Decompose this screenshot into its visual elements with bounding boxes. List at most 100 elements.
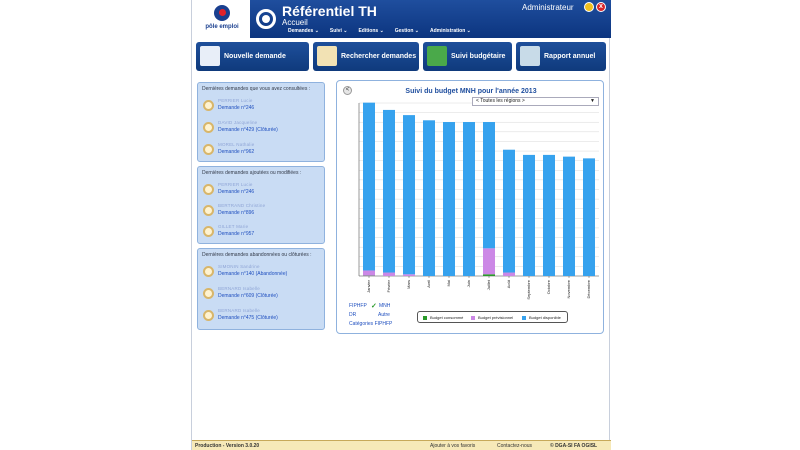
x-tick-label: Septembre [526,279,531,299]
pole-emploi-logo-icon [214,5,230,21]
request-person: GILLET Marie [218,224,249,229]
recent-closed-panel: Dernières demandes abandonnées ou clôtur… [197,248,325,330]
user-search-icon [203,205,214,216]
panel-title: Dernières demandes que vous avez consult… [202,86,311,92]
user-search-icon [203,310,214,321]
user-search-icon [203,226,214,237]
x-tick-label: Juin [466,280,471,287]
chart-bar [443,122,455,276]
menu-suivi[interactable]: Suivi ⌄ [330,28,348,34]
chart-bar [503,149,515,273]
chevron-down-icon: ▼ [590,98,595,104]
list-item[interactable]: PERRIER Lucie Demande n°246 [203,182,321,198]
request-person: DAVID Jacqueline [218,120,258,125]
version-label: Production - Version 3.0.20 [195,443,260,449]
list-item[interactable]: MOREL Nathalie Demande n°962 [203,142,321,158]
list-item[interactable]: BERNARD Isabelle Demande n°609 (Clôturée… [203,286,321,302]
request-link[interactable]: Demande n°246 [218,105,254,111]
annual-report-button[interactable]: Rapport annuel [516,42,606,71]
x-tick-label: Octobre [546,279,551,294]
chart-bar [483,274,495,276]
button-label: Nouvelle demande [224,53,286,60]
request-link[interactable]: Demande n°957 [218,231,254,237]
legend-label: Budget consommé [430,315,464,320]
menu-editions[interactable]: Editions ⌄ [358,28,383,34]
close-icon[interactable]: x [596,2,606,12]
contact-link[interactable]: Contactez-nous [497,443,532,449]
list-item[interactable]: BERNARD Isabelle Demande n°475 (Clôturée… [203,308,321,324]
chart-bar [483,248,495,275]
user-search-icon [203,144,214,155]
menu-gestion[interactable]: Gestion ⌄ [395,28,419,34]
gear-icon [256,9,276,29]
euro-icon [427,46,447,66]
recent-modified-panel: Dernières demandes ajoutées ou modifiées… [197,166,325,244]
report-icon [520,46,540,66]
chevron-down-icon: ⌄ [343,28,348,34]
app-title: Référentiel TH [282,3,377,19]
user-search-icon [203,184,214,195]
breadcrumb: Accueil [282,18,308,27]
chart-bar [363,270,375,276]
user-name: Administrateur [522,3,574,12]
chart-title: Suivi du budget MNH pour l'année 2013 [405,88,537,95]
legend-swatch [423,315,427,320]
menu-label: Demandes [288,28,314,34]
chart-bar [463,122,475,276]
chevron-down-icon: ⌄ [414,28,419,34]
link-dr[interactable]: DR [349,312,356,318]
search-user-icon [317,46,337,66]
menu-label: Gestion [394,28,414,34]
budget-tracking-button[interactable]: Suivi budgétaire [423,42,512,71]
user-search-icon [203,288,214,299]
region-select[interactable]: < Toutes les régions > ▼ [472,97,599,106]
menu-label: Editions [358,28,379,34]
region-select-value: < Toutes les régions > [476,98,525,104]
logo[interactable]: pôle emploi [192,0,250,38]
legend-swatch [522,315,526,320]
x-tick-label: Novembre [566,279,571,298]
search-requests-button[interactable]: Rechercher demandes [313,42,419,71]
chart-bar [483,122,495,249]
request-person: BERNARD Isabelle [218,308,260,313]
chevron-down-icon: ⌄ [466,28,471,34]
legend-item-disponible: Budget disponible [522,315,561,320]
chart-bar [583,158,595,276]
menu-demandes[interactable]: Demandes ⌄ [288,28,319,34]
link-mnh[interactable]: MNH [379,303,390,309]
request-link[interactable]: Demande n°609 (Clôturée) [218,293,278,299]
x-tick-label: Janvier [366,279,371,293]
list-item[interactable]: SIMONIN Sandrine Demande n°140 (Abandonn… [203,264,321,280]
list-item[interactable]: BERTRAND Christine Demande n°896 [203,203,321,219]
panel-title: Dernières demandes abandonnées ou clôtur… [202,252,312,258]
list-item[interactable]: GILLET Marie Demande n°957 [203,224,321,240]
legend-swatch [471,315,475,320]
main-menu: Demandes ⌄ Suivi ⌄ Editions ⌄ Gestion ⌄ … [288,28,482,34]
list-item[interactable]: DAVID Jacqueline Demande n°429 (Clôturée… [203,120,321,136]
request-person: BERNARD Isabelle [218,286,260,291]
chart-bar [563,156,575,276]
x-tick-label: Avril [426,280,431,288]
request-link[interactable]: Demande n°429 (Clôturée) [218,127,278,133]
link-autre[interactable]: Autre [378,312,390,318]
request-link[interactable]: Demande n°962 [218,149,254,155]
request-link[interactable]: Demande n°140 (Abandonnée) [218,271,287,277]
new-request-button[interactable]: Nouvelle demande [196,42,309,71]
chart-bar [383,109,395,273]
favorites-link[interactable]: Ajouter à vos favoris [430,443,475,449]
x-tick-label: Juillet [486,279,491,290]
button-label: Suivi budgétaire [451,53,506,60]
request-link[interactable]: Demande n°896 [218,210,254,216]
request-link[interactable]: Demande n°246 [218,189,254,195]
chevron-down-icon: ⌄ [379,28,384,34]
link-categories-fiphfp[interactable]: Catégories FIPHFP [349,321,392,327]
menu-administration[interactable]: Administration ⌄ [430,28,471,34]
menu-label: Suivi [329,28,342,34]
help-icon[interactable] [584,2,594,12]
legend-item-consomme: Budget consommé [423,315,463,320]
user-search-icon [203,100,214,111]
legend-label: Budget prévisionnel [478,315,514,320]
list-item[interactable]: PERRIER Lucie Demande n°246 [203,98,321,114]
request-link[interactable]: Demande n°475 (Clôturée) [218,315,278,321]
link-fiphfp[interactable]: FIPHFP [349,303,367,309]
